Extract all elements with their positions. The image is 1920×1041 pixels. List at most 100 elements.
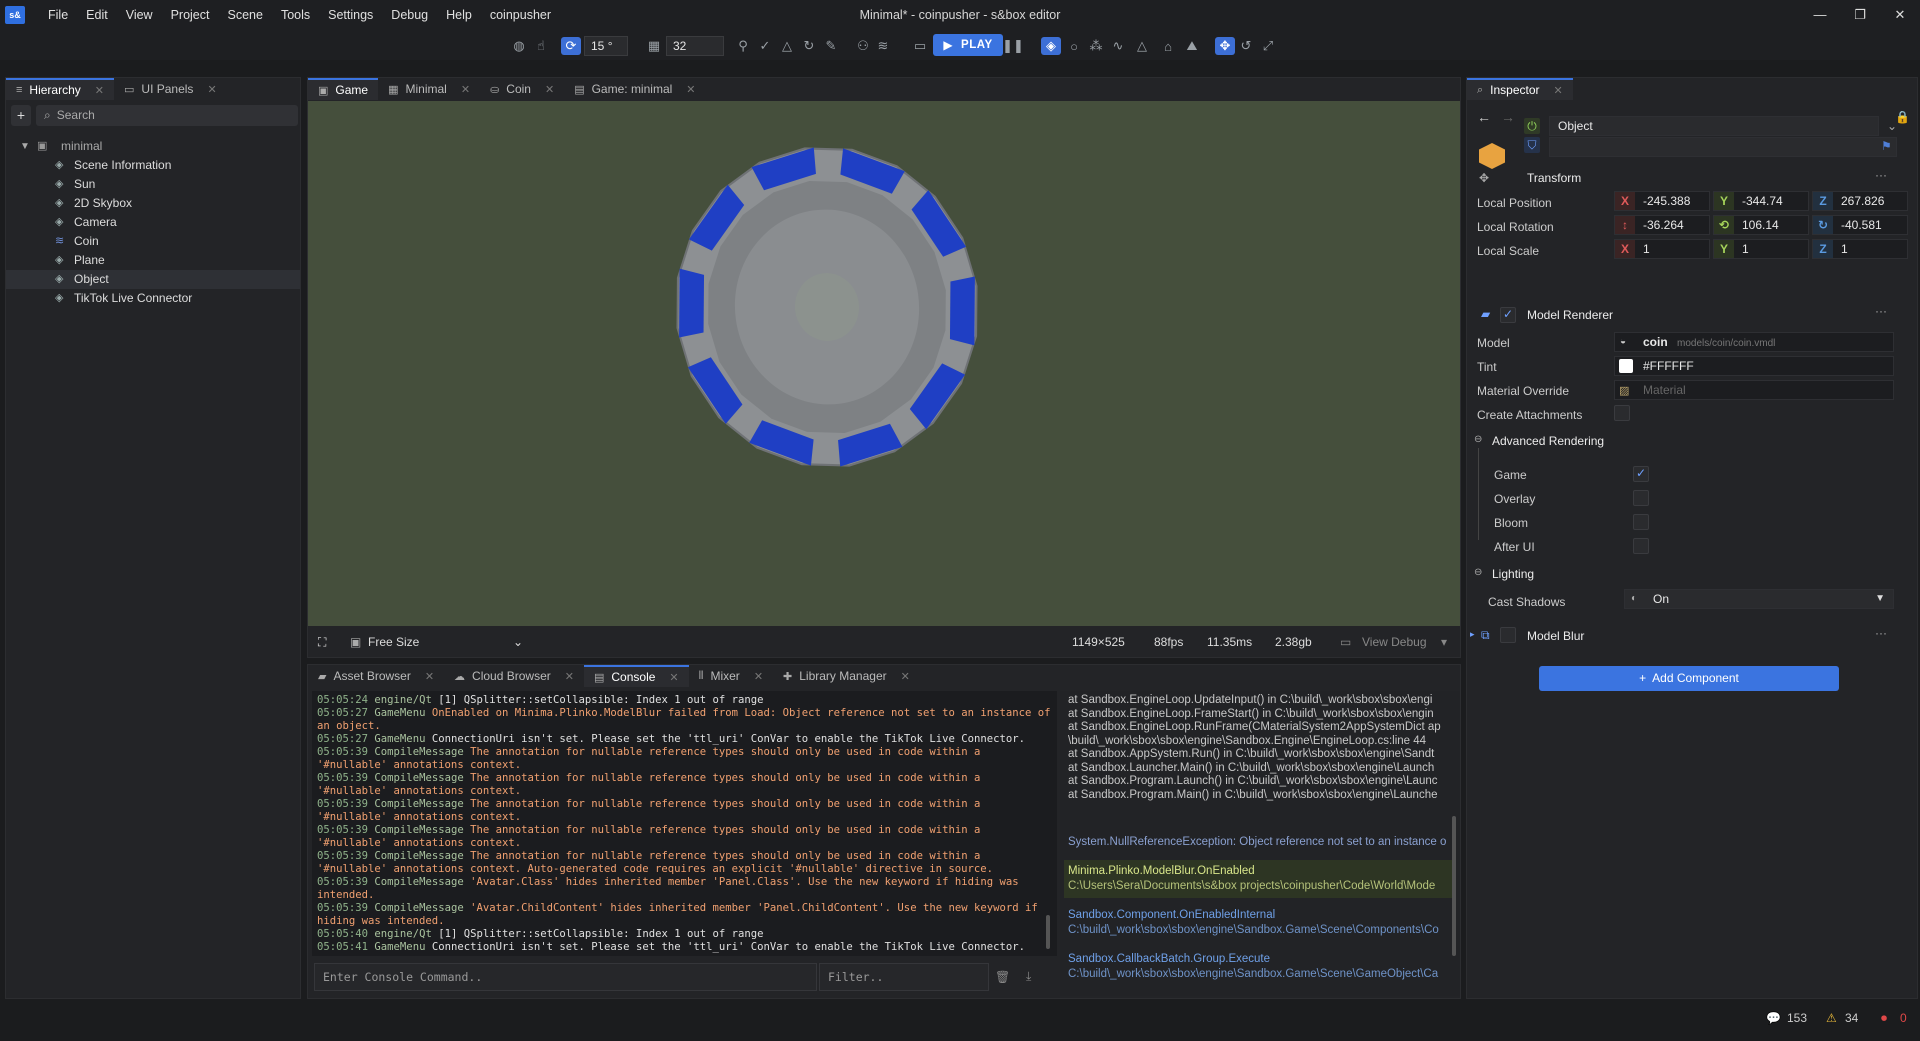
message-count[interactable]: 153 <box>1787 1011 1807 1025</box>
adv-afterui-checkbox[interactable] <box>1633 538 1649 554</box>
tree-item[interactable]: ◈ 2D Skybox <box>6 194 300 213</box>
tree-item[interactable]: ≋ Coin <box>6 232 300 251</box>
stack-frame[interactable]: Sandbox.Component.OnEnabledInternal C:\b… <box>1064 904 1454 942</box>
lock-icon[interactable]: 🔒 <box>1895 110 1910 124</box>
add-component-button[interactable]: + Add Component <box>1539 666 1839 691</box>
model-field[interactable]: ◒ coin models/coin/coin.vmdl <box>1614 332 1894 352</box>
tag-icon[interactable]: ⚑ <box>1881 139 1892 153</box>
layers-icon[interactable]: ◈ <box>1041 37 1061 55</box>
transform-header[interactable]: Transform <box>1527 171 1581 185</box>
adv-game-checkbox[interactable] <box>1633 466 1649 482</box>
trash-icon[interactable]: 🗑 <box>995 970 1010 984</box>
console-line[interactable]: 05:05:27 GameMenu OnEnabled on Minima.Pl… <box>317 707 1052 733</box>
gamepad-icon[interactable]: ▭ <box>912 37 928 55</box>
refresh-icon[interactable]: ↻ <box>802 37 816 55</box>
fullscreen-icon[interactable]: ⛶ <box>318 635 326 650</box>
model-blur-enabled-checkbox[interactable] <box>1500 627 1516 643</box>
cast-shadows-select[interactable]: ◐ On ▼ <box>1624 589 1894 609</box>
mesh-icon[interactable]: △ <box>1135 37 1149 55</box>
stack-frame[interactable]: Minima.Plinko.ModelBlur.OnEnabled C:\Use… <box>1064 860 1454 898</box>
close-tab-icon[interactable]: ✕ <box>425 670 434 683</box>
model-renderer-enabled-checkbox[interactable] <box>1500 307 1516 323</box>
rotation-yaw-input[interactable]: ⟲ 106.14 <box>1713 215 1809 235</box>
triangle-icon[interactable]: △ <box>780 37 794 55</box>
console-scrollbar[interactable] <box>1046 915 1050 949</box>
rotation-roll-input[interactable]: ↻ -40.581 <box>1812 215 1908 235</box>
pause-icon[interactable]: ❚❚ <box>1002 37 1024 55</box>
network-mode-icon[interactable]: ⛉ <box>1524 137 1540 153</box>
wifi-icon[interactable]: ≋ <box>876 37 890 55</box>
curve-icon[interactable]: ∿ <box>1111 37 1125 55</box>
position-y-input[interactable]: Y -344.74 <box>1713 191 1809 211</box>
power-toggle-icon[interactable]: ⏻ <box>1524 118 1540 134</box>
scene-viewport[interactable] <box>308 101 1460 626</box>
globe-icon[interactable]: ◍ <box>511 37 527 55</box>
object-tags-input[interactable] <box>1549 137 1897 157</box>
menu-view[interactable]: View <box>117 8 162 22</box>
console-line[interactable]: 05:05:40 engine/Qt [1] QSplitter::setCol… <box>317 928 1052 941</box>
tab-game-minimal[interactable]: ▤ Game: minimal ✕ <box>564 78 705 100</box>
console-line[interactable]: 05:05:39 CompileMessage The annotation f… <box>317 772 1052 798</box>
close-tab-icon[interactable]: ✕ <box>1554 84 1563 97</box>
warning-icon[interactable]: ⚠ <box>1826 1011 1837 1025</box>
minimize-icon[interactable]: — <box>1800 0 1840 30</box>
chevron-down-icon[interactable]: ▼ <box>20 137 30 156</box>
console-line[interactable]: 05:05:39 CompileMessage The annotation f… <box>317 798 1052 824</box>
console-line[interactable]: 05:05:39 CompileMessage The annotation f… <box>317 824 1052 850</box>
scale-y-input[interactable]: Y1 <box>1713 239 1809 259</box>
tab-asset-browser[interactable]: ▰ Asset Browser ✕ <box>308 665 444 687</box>
brush-icon[interactable]: ⌂ <box>1161 37 1175 55</box>
close-tab-icon[interactable]: ✕ <box>901 670 910 683</box>
view-debug-select[interactable]: View Debug <box>1362 635 1427 649</box>
play-button[interactable]: ▶ PLAY <box>933 34 1003 56</box>
scale-icon[interactable]: ⤢ <box>1261 37 1275 55</box>
tab-minimal[interactable]: ▦ Minimal ✕ <box>378 78 480 100</box>
close-tab-icon[interactable]: ✕ <box>669 671 678 684</box>
edit-icon[interactable]: ✎ <box>824 37 838 55</box>
tab-ui-panels[interactable]: ▭ UI Panels ✕ <box>114 78 227 100</box>
tab-inspector[interactable]: ⌕ Inspector ✕ <box>1467 78 1573 100</box>
position-z-input[interactable]: Z 267.826 <box>1812 191 1908 211</box>
close-tab-icon[interactable]: ✕ <box>95 84 104 97</box>
close-tab-icon[interactable]: ✕ <box>565 670 574 683</box>
close-tab-icon[interactable]: ✕ <box>686 83 695 96</box>
position-x-input[interactable]: X -245.388 <box>1614 191 1710 211</box>
error-icon[interactable]: ⏺ <box>1881 1011 1887 1026</box>
rotation-pitch-input[interactable]: ↕ -36.264 <box>1614 215 1710 235</box>
tab-coin[interactable]: ⛀ Coin ✕ <box>480 78 564 100</box>
more-icon[interactable]: ··· <box>1875 304 1887 318</box>
scale-x-input[interactable]: X1 <box>1614 239 1710 259</box>
close-icon[interactable]: ✕ <box>1880 0 1920 30</box>
grid-icon[interactable]: ▦ <box>646 37 662 55</box>
add-object-button[interactable]: + <box>11 105 31 126</box>
menu-tools[interactable]: Tools <box>272 8 319 22</box>
close-tab-icon[interactable]: ✕ <box>545 83 554 96</box>
tab-hierarchy[interactable]: ≡ Hierarchy ✕ <box>6 78 114 100</box>
error-count[interactable]: 0 <box>1900 1011 1907 1025</box>
console-command-input[interactable]: Enter Console Command.. <box>314 963 817 991</box>
chevron-down-icon[interactable]: ▾ <box>1441 635 1447 649</box>
tree-item-selected[interactable]: ◈ Object <box>6 270 300 289</box>
material-override-field[interactable]: ▨ Material <box>1614 380 1894 400</box>
people-icon[interactable]: ⚇ <box>856 37 870 55</box>
nodes-icon[interactable]: ⁂ <box>1089 37 1103 55</box>
tab-library-manager[interactable]: ✚ Library Manager ✕ <box>773 665 920 687</box>
tree-item[interactable]: ◈ Camera <box>6 213 300 232</box>
lighting-header[interactable]: Lighting <box>1492 567 1534 581</box>
menu-edit[interactable]: Edit <box>77 8 117 22</box>
console-line[interactable]: 05:05:39 CompileMessage 'Avatar.Class' h… <box>317 876 1052 902</box>
tab-mixer[interactable]: ⦀ Mixer ✕ <box>689 665 773 687</box>
warning-count[interactable]: 34 <box>1845 1011 1858 1025</box>
stack-scrollbar[interactable] <box>1452 816 1456 956</box>
back-arrow-icon[interactable]: ← <box>1477 109 1491 125</box>
angle-snap-input[interactable]: 15 ° <box>584 36 628 56</box>
more-icon[interactable]: ··· <box>1875 168 1887 182</box>
console-filter-input[interactable]: Filter.. <box>819 963 989 991</box>
model-renderer-header[interactable]: Model Renderer <box>1527 308 1613 322</box>
close-tab-icon[interactable]: ✕ <box>754 670 763 683</box>
close-tab-icon[interactable]: ✕ <box>207 83 216 96</box>
scale-z-input[interactable]: Z1 <box>1812 239 1908 259</box>
stack-frame[interactable]: Sandbox.CallbackBatch.Group.Execute C:\b… <box>1064 948 1454 986</box>
more-icon[interactable]: ··· <box>1875 626 1887 640</box>
console-line[interactable]: 05:05:24 engine/Qt [1] QSplitter::setCol… <box>317 694 1052 707</box>
